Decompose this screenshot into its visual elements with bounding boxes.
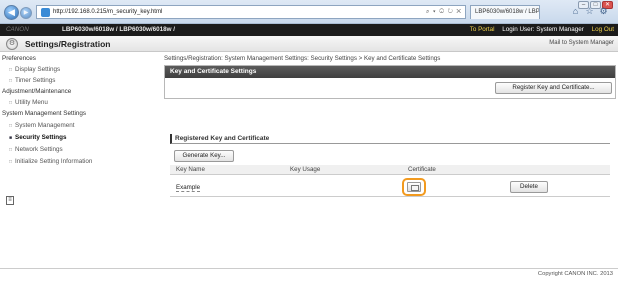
page-titlebar: ⚙ Settings/Registration Mail to System M… xyxy=(0,36,618,52)
column-key-usage: Key Usage xyxy=(290,166,321,173)
home-icon[interactable]: ⌂ xyxy=(570,6,581,17)
back-button[interactable]: ◀ xyxy=(4,5,19,20)
main-content: Settings/Registration: System Management… xyxy=(164,52,618,268)
key-name-example[interactable]: Example xyxy=(176,184,201,192)
log-out-link[interactable]: Log Out xyxy=(592,26,614,33)
breadcrumb: Settings/Registration: System Management… xyxy=(164,55,441,62)
copyright: Copyright CANON INC. 2013 xyxy=(537,271,613,277)
page-title: Settings/Registration xyxy=(25,39,111,49)
address-url: http://192.168.0.215/m_security_key.html xyxy=(53,9,163,15)
sidebar-item-system-management[interactable]: System Management xyxy=(9,122,75,129)
delete-button[interactable]: Delete xyxy=(510,181,548,193)
certificate-highlight-callout xyxy=(402,178,426,196)
app-header: CANON LBP6030w/6018w / LBP6030w/6018w / … xyxy=(0,24,618,36)
address-controls[interactable]: ⌕ ▾ ☉ ↻ ✕ xyxy=(426,6,462,18)
favicon-icon xyxy=(41,8,50,17)
to-portal-link[interactable]: To Portal xyxy=(470,26,495,33)
sidebar-item-security-settings[interactable]: Security Settings xyxy=(9,134,66,141)
footer: Copyright CANON INC. 2013 xyxy=(0,268,618,295)
row-divider xyxy=(170,196,610,197)
sidebar-heading-preferences: Preferences xyxy=(2,55,36,62)
sidebar-heading-system-management-settings: System Management Settings xyxy=(2,110,86,117)
address-bar[interactable]: http://192.168.0.215/m_security_key.html… xyxy=(36,5,466,19)
device-model: LBP6030w/6018w / LBP6030w/6018w / xyxy=(62,26,176,33)
brand-logo: CANON xyxy=(6,26,29,33)
key-cert-panel: Key and Certificate Settings Register Ke… xyxy=(164,65,616,99)
favorites-icon[interactable]: ☆ xyxy=(584,6,595,17)
forward-button[interactable]: ▶ xyxy=(20,7,32,19)
panel-title: Key and Certificate Settings xyxy=(165,66,615,78)
registered-key-section: Registered Key and Certificate Generate … xyxy=(170,134,610,204)
sidebar-heading-adjustment: Adjustment/Maintenance xyxy=(2,88,72,95)
column-certificate: Certificate xyxy=(408,166,436,173)
sidebar: Preferences Display Settings Timer Setti… xyxy=(0,52,150,268)
browser-chrome: – □ ✕ ◀ ▶ http://192.168.0.215/m_securit… xyxy=(0,0,618,24)
sidebar-item-network-settings[interactable]: Network Settings xyxy=(9,146,63,153)
mail-to-system-manager-link[interactable]: Mail to System Manager xyxy=(549,40,614,46)
column-key-name: Key Name xyxy=(176,166,205,173)
register-key-and-certificate-button[interactable]: Register Key and Certificate... xyxy=(495,82,612,94)
sidebar-item-timer-settings[interactable]: Timer Settings xyxy=(9,77,55,84)
table-header: Key Name Key Usage Certificate xyxy=(170,165,610,175)
settings-icon: ⚙ xyxy=(6,38,18,50)
page-options-icon[interactable]: ≡ xyxy=(6,196,14,205)
browser-tab[interactable]: LBP6030w/6018w / LBP6030w/6018w / xyxy=(470,5,540,19)
settings-gear-icon[interactable]: ⚙ xyxy=(598,6,609,17)
login-user: Login User: System Manager xyxy=(502,26,584,33)
sidebar-item-display-settings[interactable]: Display Settings xyxy=(9,66,60,73)
generate-key-button[interactable]: Generate Key... xyxy=(174,150,234,162)
section-title: Registered Key and Certificate xyxy=(170,134,610,144)
sidebar-item-initialize-setting-information[interactable]: Initialize Setting Information xyxy=(9,158,92,165)
sidebar-item-utility-menu[interactable]: Utility Menu xyxy=(9,99,48,106)
